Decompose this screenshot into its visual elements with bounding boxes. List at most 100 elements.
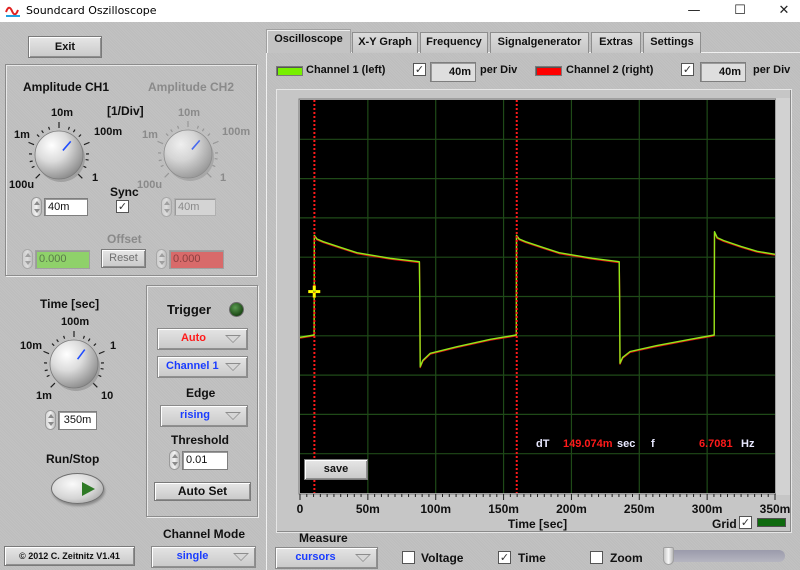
time-title: Time [sec]	[40, 297, 100, 311]
tab-oscilloscope[interactable]: Oscilloscope	[266, 29, 351, 53]
grid-color-swatch[interactable]	[757, 518, 786, 527]
time-checkbox[interactable]: ✓	[498, 551, 511, 564]
knob-ch1-label-100m: 100m	[94, 126, 123, 138]
copyright-label: © 2012 C. Zeitnitz V1.41	[4, 546, 135, 566]
knob-tick	[85, 158, 89, 161]
run-stop-label: Run/Stop	[46, 452, 100, 466]
knob-body[interactable]	[49, 339, 99, 389]
knob-tick	[78, 134, 82, 138]
ch1-amplitude-field[interactable]: 40m	[44, 198, 88, 216]
measure-mode-dropdown[interactable]: cursors	[275, 547, 378, 569]
channel2-per-div-label: per Div	[753, 64, 791, 76]
knob-tick	[212, 140, 219, 145]
threshold-field[interactable]: 0.01	[182, 451, 228, 470]
knob-tick	[44, 369, 48, 372]
chevron-down-icon	[355, 554, 371, 562]
knob-tick	[46, 374, 50, 378]
channel2-per-div-field[interactable]: 40m	[700, 62, 746, 82]
zoom-label: Zoom	[610, 551, 643, 565]
ch2-amplitude-spinner	[161, 197, 172, 217]
channel1-label: Channel 1 (left)	[306, 64, 386, 76]
title-bar: Soundcard Oszilloscope — ☐ ✕	[0, 0, 800, 22]
knob-tick	[87, 338, 91, 342]
threshold-spinner[interactable]	[169, 450, 180, 470]
save-button[interactable]: save	[304, 459, 368, 480]
trigger-edge-dropdown[interactable]: rising	[160, 405, 248, 427]
maximize-button[interactable]: ☐	[718, 0, 762, 22]
x-tick-label: 100m	[420, 502, 451, 516]
x-tick-label: 250m	[624, 502, 655, 516]
knob-tick	[158, 159, 162, 162]
knob-tick	[31, 165, 35, 169]
window-title: Soundcard Oszilloscope	[26, 4, 157, 17]
time-label: Time	[518, 551, 546, 565]
knob-tick	[165, 133, 169, 137]
knob-ch1-label-100u: 100u	[9, 179, 35, 191]
channel-mode-dropdown[interactable]: single	[151, 546, 256, 568]
tab-extras[interactable]: Extras	[591, 32, 641, 53]
close-button[interactable]: ✕	[762, 0, 800, 22]
ch2-amplitude-field: 40m	[174, 198, 216, 216]
sync-checkbox[interactable]: ✓	[116, 200, 129, 213]
chevron-down-icon	[225, 412, 241, 420]
voltage-checkbox[interactable]	[402, 551, 415, 564]
knob-tick	[82, 335, 85, 339]
trigger-source-dropdown[interactable]: Channel 1	[157, 356, 248, 378]
time-spinner[interactable]	[45, 410, 56, 430]
channel-mode-value: single	[176, 550, 209, 562]
plot-frame-strip	[776, 98, 790, 495]
x-tick-label: 200m	[556, 502, 587, 516]
knob-tick	[98, 374, 102, 378]
run-stop-button[interactable]	[51, 473, 104, 504]
zoom-checkbox[interactable]	[590, 551, 603, 564]
sync-label: Sync	[110, 185, 139, 199]
channel1-color-swatch[interactable]	[276, 66, 303, 76]
tab-settings[interactable]: Settings	[643, 32, 701, 53]
time-field[interactable]: 350m	[58, 411, 97, 430]
channel1-per-div-field[interactable]: 40m	[430, 62, 476, 82]
knob-tick	[93, 343, 97, 347]
trigger-mode-dropdown[interactable]: Auto	[157, 328, 248, 350]
auto-set-button[interactable]: Auto Set	[154, 482, 251, 501]
channel2-color-swatch[interactable]	[535, 66, 562, 76]
tab-signalgenerator[interactable]: Signalgenerator	[490, 32, 589, 53]
knob-body[interactable]	[163, 129, 213, 179]
threshold-label: Threshold	[171, 433, 230, 447]
tab-xy-graph[interactable]: X-Y Graph	[352, 32, 418, 53]
offset-ch1-spinner	[22, 249, 33, 269]
knob-tick	[29, 160, 33, 163]
channel2-enable-checkbox[interactable]: ✓	[681, 63, 694, 76]
offset-ch2-field: 0.000	[169, 250, 224, 269]
knob-tick	[170, 129, 173, 133]
minimize-button[interactable]: —	[672, 0, 716, 22]
knob-tick	[98, 350, 105, 355]
time-knob-label-100m: 100m	[61, 316, 90, 328]
knob-ch1-label-1: 1	[92, 172, 99, 184]
knob-tick	[48, 126, 51, 130]
dt-label: dT	[536, 438, 550, 450]
knob-tick	[72, 129, 76, 133]
knob-tick	[63, 335, 66, 339]
tab-frequency[interactable]: Frequency	[420, 32, 488, 53]
knob-tick	[41, 130, 44, 134]
chevron-down-icon	[225, 335, 241, 343]
trigger-title: Trigger	[167, 302, 212, 317]
knob-tick	[36, 134, 40, 138]
exit-button[interactable]: Exit	[28, 36, 102, 58]
measure-label: Measure	[299, 531, 348, 545]
trigger-source-value: Channel 1	[166, 360, 219, 372]
knob-ch2-label-1: 1	[220, 172, 227, 184]
channel2-label: Channel 2 (right)	[566, 64, 654, 76]
x-tick-label: 300m	[692, 502, 723, 516]
ch1-amplitude-spinner[interactable]	[31, 197, 42, 217]
knob-body[interactable]	[34, 130, 84, 180]
knob-ch2-label-100m: 100m	[222, 126, 251, 138]
dt-unit: sec	[617, 438, 636, 450]
grid-checkbox[interactable]: ✓	[739, 516, 752, 529]
knob-tick	[35, 173, 41, 179]
x-tick-label: 0	[297, 502, 304, 516]
channel1-enable-checkbox[interactable]: ✓	[413, 63, 426, 76]
zoom-slider[interactable]	[663, 547, 785, 565]
zoom-slider-thumb[interactable]	[663, 547, 674, 565]
dt-value: 149.074m	[563, 438, 613, 450]
